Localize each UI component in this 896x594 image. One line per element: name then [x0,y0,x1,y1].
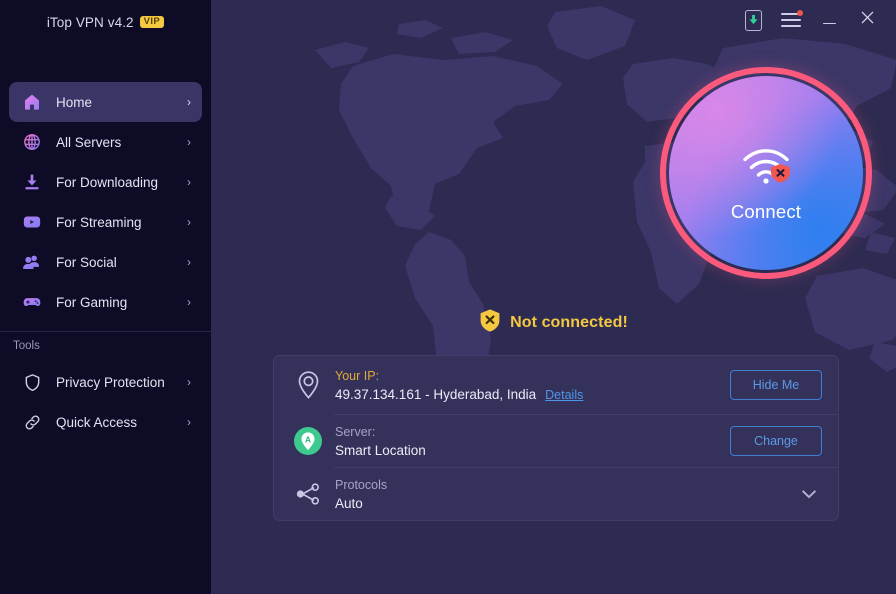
notification-dot [797,10,803,16]
sidebar-item-label: Home [56,94,93,110]
sidebar-tools-nav: Privacy Protection › Quick Access › [0,362,211,442]
sidebar-item-quick-access[interactable]: Quick Access › [9,402,202,442]
ip-address-value: 49.37.134.161 - Hyderabad, India [335,386,537,402]
smart-location-icon: A [291,424,325,458]
server-row-body: Server: Smart Location [335,423,730,460]
chevron-down-icon[interactable] [796,484,822,505]
connect-button[interactable]: Connect [660,67,872,279]
change-server-button[interactable]: Change [730,426,822,456]
sidebar-item-label: For Gaming [56,294,128,310]
connection-status: Not connected! [211,308,896,337]
app-brand: iTop VPN v4.2 VIP [0,0,211,40]
hide-me-button[interactable]: Hide Me [730,370,822,400]
sidebar-item-label: For Social [56,254,117,270]
sidebar: iTop VPN v4.2 VIP Home › All Servers › F… [0,0,211,594]
protocols-row-key: Protocols [335,477,388,492]
sidebar-item-for-social[interactable]: For Social › [9,242,202,282]
sidebar-item-label: Quick Access [56,414,138,430]
protocol-value: Auto [335,495,363,511]
server-row-key: Server: [335,424,376,439]
protocol-share-icon [291,477,325,511]
itop-vpn-window: iTop VPN v4.2 VIP Home › All Servers › F… [0,0,896,594]
status-text: Not connected! [510,313,628,331]
download-update-button[interactable] [734,4,772,36]
server-value: Smart Location [335,442,426,458]
menu-button[interactable] [772,4,810,36]
main-panel: Connect Not connected! Your IP: 49.37.13… [211,0,896,594]
chevron-right-icon: › [187,295,191,309]
app-title: iTop VPN v4.2 [46,14,134,30]
play-icon [21,211,43,233]
chevron-right-icon: › [187,215,191,229]
sidebar-item-privacy-protection[interactable]: Privacy Protection › [9,362,202,402]
sidebar-section-tools: Tools [13,340,40,352]
sidebar-item-label: All Servers [56,134,122,150]
sidebar-item-for-streaming[interactable]: For Streaming › [9,202,202,242]
chevron-right-icon: › [187,375,191,389]
minimize-button[interactable] [810,4,848,36]
sidebar-item-for-gaming[interactable]: For Gaming › [9,282,202,322]
shield-icon [21,371,43,393]
sidebar-item-label: Privacy Protection [56,374,165,390]
chevron-right-icon: › [187,415,191,429]
link-icon [21,411,43,433]
download-icon [21,171,43,193]
home-icon [21,91,43,113]
connect-button-face[interactable]: Connect [669,76,863,270]
hamburger-menu-icon [781,10,803,27]
ip-row-body: Your IP: 49.37.134.161 - Hyderabad, Indi… [335,367,730,404]
svg-text:A: A [305,435,311,445]
vip-badge[interactable]: VIP [139,15,165,29]
connect-label: Connect [730,200,802,222]
ip-row-key: Your IP: [335,368,380,383]
sidebar-item-label: For Streaming [56,214,142,230]
sidebar-item-label: For Downloading [56,174,159,190]
gamepad-icon [21,291,43,313]
protocols-row-body: Protocols Auto [335,476,796,513]
chevron-right-icon: › [187,255,191,269]
ip-row-value-line: 49.37.134.161 - Hyderabad, India Details [335,385,730,404]
wifi-disconnected-icon [740,146,792,191]
minimize-icon [822,22,836,25]
shield-x-icon [479,308,501,337]
globe-icon [21,131,43,153]
sidebar-item-home[interactable]: Home › [9,82,202,122]
connection-info-card: Your IP: 49.37.134.161 - Hyderabad, Indi… [273,355,839,521]
chevron-right-icon: › [187,135,191,149]
ip-details-link[interactable]: Details [545,388,583,402]
close-icon [860,10,875,30]
close-button[interactable] [848,4,886,36]
ip-row: Your IP: 49.37.134.161 - Hyderabad, Indi… [274,356,838,414]
protocols-row[interactable]: Protocols Auto [274,468,838,520]
chevron-right-icon: › [187,175,191,189]
sidebar-nav: Home › All Servers › For Downloading › F… [0,82,211,322]
sidebar-item-all-servers[interactable]: All Servers › [9,122,202,162]
window-controls [734,0,896,40]
server-row: A Server: Smart Location Change [274,415,838,467]
chevron-right-icon: › [187,95,191,109]
sidebar-item-for-downloading[interactable]: For Downloading › [9,162,202,202]
download-update-icon [744,9,762,31]
location-pin-icon [291,368,325,402]
people-icon [21,251,43,273]
